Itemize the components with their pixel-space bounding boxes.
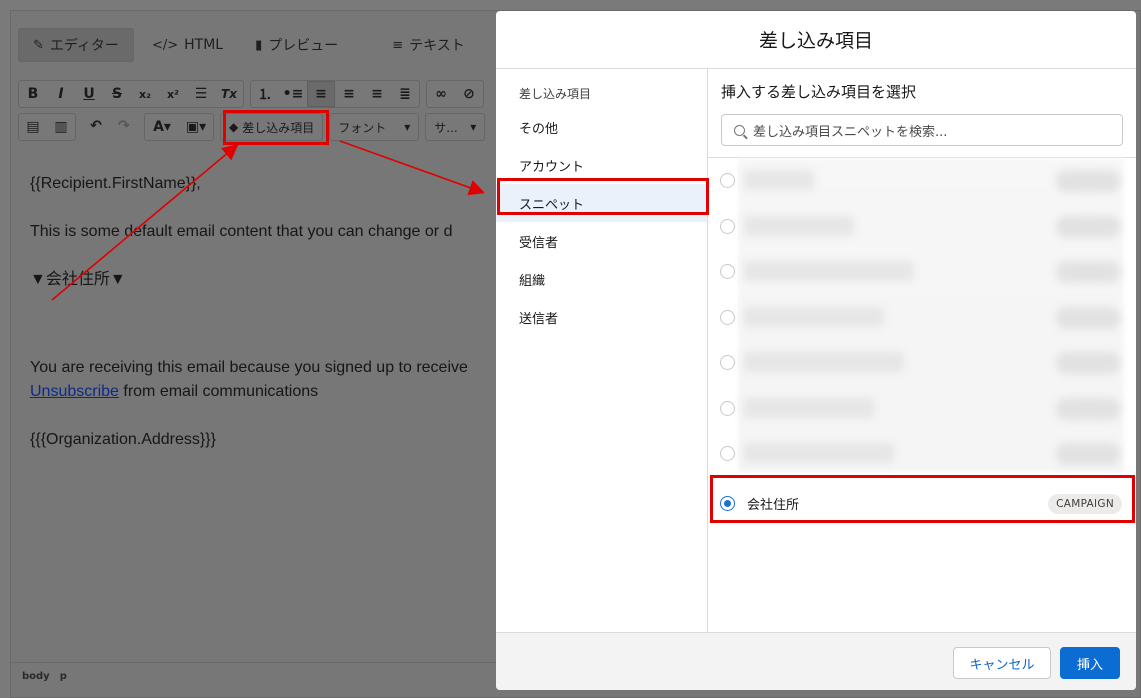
nav-item-other[interactable]: その他: [496, 108, 707, 146]
list-item[interactable]: [708, 431, 1136, 477]
list-item[interactable]: [708, 295, 1136, 341]
search-icon: [734, 124, 745, 136]
list-item[interactable]: [708, 158, 1136, 204]
nav-item-recipient[interactable]: 受信者: [496, 222, 707, 260]
arrow-to-merge-button: [51, 143, 239, 301]
list-item[interactable]: [708, 204, 1136, 250]
search-placeholder: 差し込み項目スニペットを検索...: [753, 124, 948, 140]
radio-button[interactable]: [720, 446, 735, 462]
campaign-badge: CAMPAIGN: [1048, 493, 1122, 514]
list-item[interactable]: [708, 386, 1136, 432]
category-nav: 差し込み項目 その他 アカウント スニペット 受信者 組織 送信者: [496, 69, 708, 632]
snippet-search-input[interactable]: 差し込み項目スニペットを検索...: [721, 114, 1123, 146]
radio-button[interactable]: [720, 173, 735, 189]
radio-button[interactable]: [720, 355, 735, 371]
radio-button-checked[interactable]: [720, 496, 735, 511]
modal-footer: キャンセル 挿入: [496, 632, 1136, 690]
insert-button[interactable]: 挿入: [1060, 647, 1120, 679]
nav-item-organization[interactable]: 組織: [496, 260, 707, 298]
list-item[interactable]: [708, 249, 1136, 295]
radio-button[interactable]: [720, 309, 735, 325]
nav-heading: 差し込み項目: [519, 87, 592, 101]
list-item[interactable]: [708, 340, 1136, 386]
snippet-list: 会社住所 CAMPAIGN: [708, 157, 1136, 527]
radio-button[interactable]: [720, 400, 735, 416]
arrow-to-snippet-nav: [339, 140, 486, 196]
merge-field-picker: 挿入する差し込み項目を選択 差し込み項目スニペットを検索... 会社住所 CAM…: [708, 69, 1136, 632]
radio-button[interactable]: [720, 264, 735, 280]
nav-item-sender[interactable]: 送信者: [496, 298, 707, 336]
nav-item-snippet[interactable]: スニペット: [496, 184, 707, 222]
merge-field-modal: 差し込み項目 差し込み項目 その他 アカウント スニペット 受信者 組織 送信者…: [496, 11, 1136, 690]
cancel-button[interactable]: キャンセル: [953, 647, 1051, 679]
picker-title: 挿入する差し込み項目を選択: [721, 83, 917, 101]
modal-body: 差し込み項目 その他 アカウント スニペット 受信者 組織 送信者 挿入する差し…: [496, 69, 1136, 632]
item-label: 会社住所: [747, 498, 800, 513]
list-item-selected[interactable]: 会社住所 CAMPAIGN: [708, 481, 1136, 527]
radio-button[interactable]: [720, 218, 735, 234]
modal-title: 差し込み項目: [496, 11, 1136, 69]
nav-item-account[interactable]: アカウント: [496, 146, 707, 184]
